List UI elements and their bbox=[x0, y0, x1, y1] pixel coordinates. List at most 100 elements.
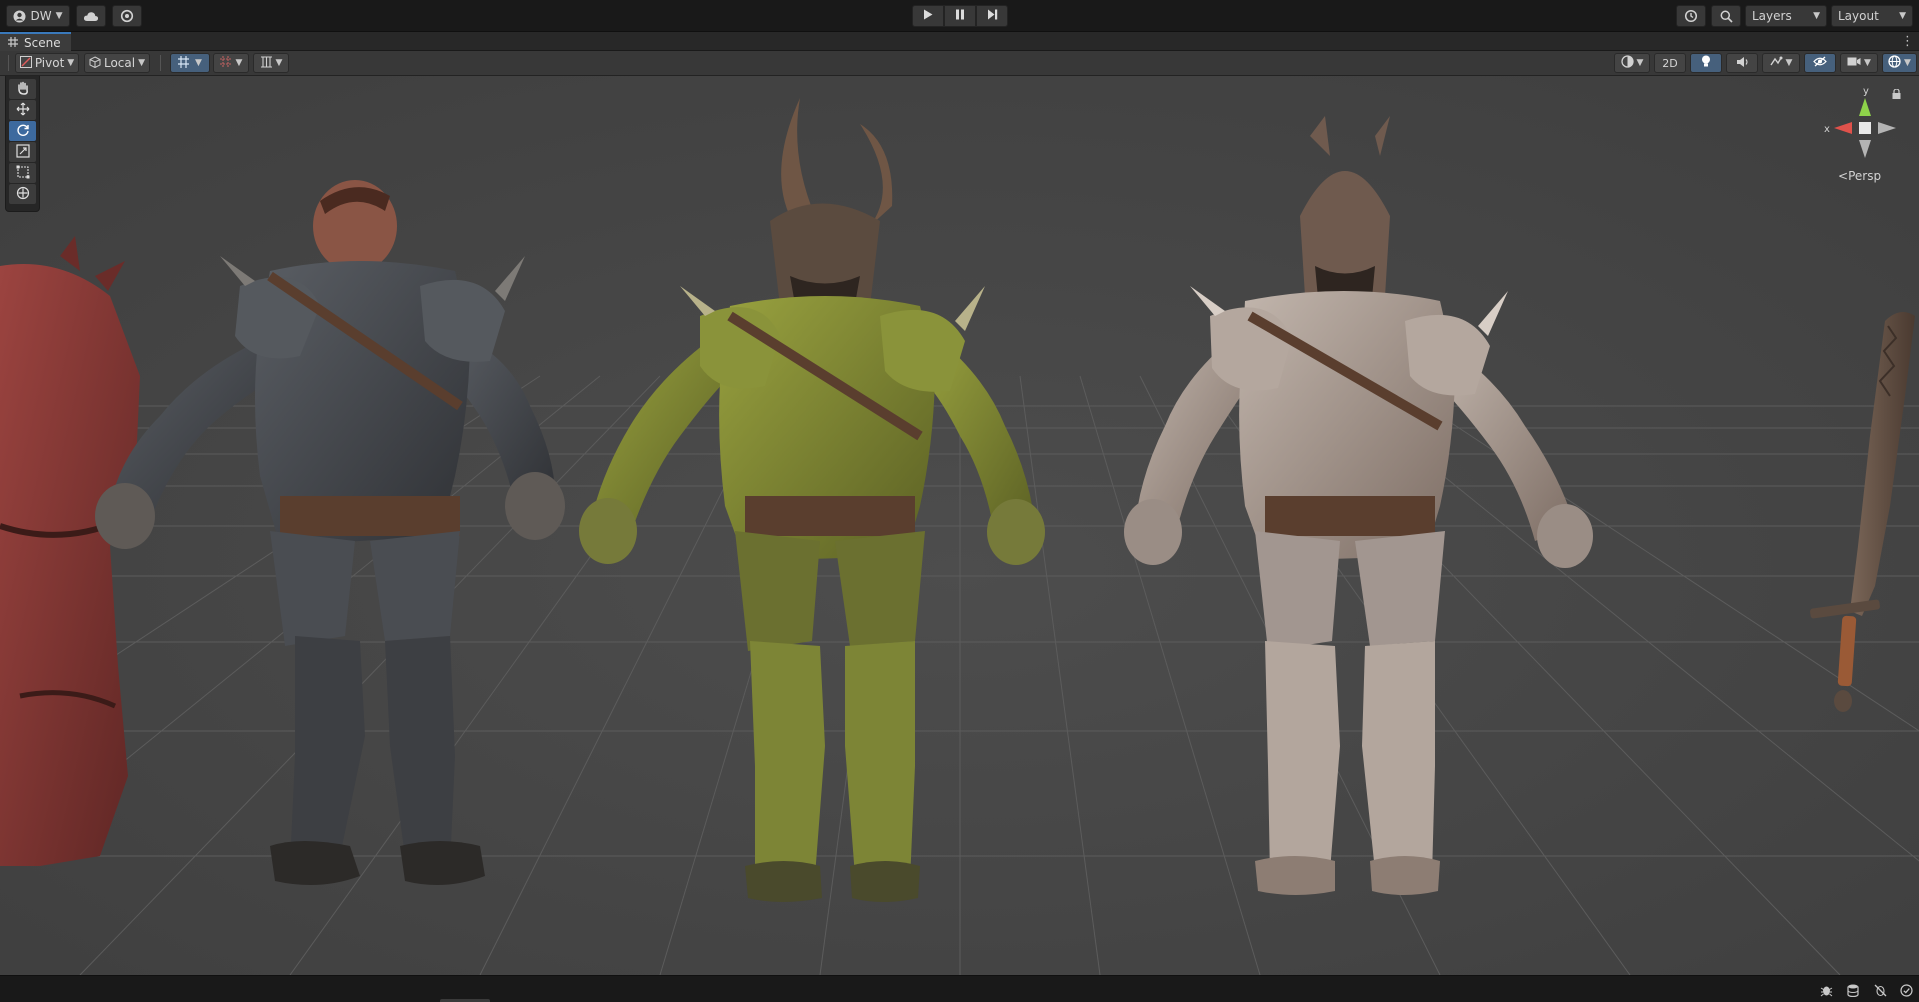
scene-viewport[interactable]: y x <Persp bbox=[0, 76, 1919, 975]
layout-dropdown[interactable]: Layout ▼ bbox=[1831, 5, 1913, 27]
incremental-snap-toggle[interactable]: ▼ bbox=[213, 53, 249, 73]
lightbulb-icon bbox=[1701, 55, 1711, 71]
camera-icon bbox=[1847, 56, 1861, 70]
chevron-down-icon: ▼ bbox=[1904, 58, 1911, 68]
gizmo-center-cube[interactable] bbox=[1859, 122, 1871, 134]
neg-x-axis-cone[interactable] bbox=[1878, 122, 1896, 134]
history-icon bbox=[1684, 9, 1698, 23]
eye-slash-icon bbox=[1813, 56, 1827, 70]
pause-button[interactable] bbox=[944, 5, 976, 27]
grid-snap-icon bbox=[178, 55, 192, 71]
local-dropdown[interactable]: Local ▼ bbox=[84, 53, 150, 73]
neg-y-axis-cone[interactable] bbox=[1859, 140, 1871, 158]
camera-projection-label[interactable]: <Persp bbox=[1838, 169, 1881, 183]
account-dropdown[interactable]: DW ▼ bbox=[6, 5, 70, 27]
check-circle-icon[interactable] bbox=[1898, 982, 1914, 998]
tab-bar: Scene ⋮ bbox=[0, 32, 1919, 51]
search-button[interactable] bbox=[1711, 5, 1741, 27]
play-icon bbox=[923, 9, 933, 23]
status-bar bbox=[0, 975, 1919, 1002]
chevron-down-icon: ▼ bbox=[1636, 58, 1644, 68]
chevron-down-icon: ▼ bbox=[1785, 58, 1793, 68]
layers-label: Layers bbox=[1752, 9, 1792, 23]
pivot-label: Pivot bbox=[34, 56, 65, 70]
playmode-controls bbox=[912, 5, 1008, 27]
divider bbox=[8, 55, 9, 71]
pivot-icon bbox=[19, 55, 32, 71]
play-button[interactable] bbox=[912, 5, 944, 27]
scene-toolbar: Pivot ▼ Local ▼ ▼ ▼ ▼ ▼ 2D ▼ ▼ ▼ bbox=[0, 51, 1919, 76]
chevron-down-icon: ▼ bbox=[195, 58, 202, 68]
layers-dropdown[interactable]: Layers ▼ bbox=[1745, 5, 1827, 27]
lock-icon[interactable] bbox=[1892, 88, 1901, 102]
effects-icon bbox=[1769, 56, 1783, 71]
pause-icon bbox=[955, 9, 965, 23]
chevron-down-icon: ▼ bbox=[1899, 11, 1906, 21]
database-icon[interactable] bbox=[1845, 982, 1861, 998]
chevron-down-icon: ▼ bbox=[55, 11, 63, 21]
search-icon bbox=[1720, 10, 1733, 23]
local-label: Local bbox=[103, 56, 136, 70]
step-button[interactable] bbox=[976, 5, 1008, 27]
tools-overlay bbox=[5, 76, 40, 212]
camera-dropdown[interactable]: ▼ bbox=[1840, 53, 1878, 73]
grid-icon bbox=[8, 36, 18, 50]
cloud-button[interactable] bbox=[76, 5, 106, 27]
gizmos-dropdown[interactable]: ▼ bbox=[1882, 53, 1917, 73]
hand-icon bbox=[16, 81, 30, 98]
main-toolbar: DW ▼ Layers ▼ Layout ▼ bbox=[0, 0, 1919, 32]
audio-toggle[interactable] bbox=[1726, 53, 1758, 73]
no-bug-icon[interactable] bbox=[1872, 982, 1888, 998]
y-axis-label: y bbox=[1863, 86, 1869, 97]
pivot-dropdown[interactable]: Pivot ▼ bbox=[15, 53, 79, 73]
services-button[interactable] bbox=[112, 5, 142, 27]
rect-tool-button[interactable] bbox=[9, 163, 36, 183]
rotate-icon bbox=[16, 123, 30, 140]
lighting-toggle[interactable] bbox=[1690, 53, 1722, 73]
hand-tool-button[interactable] bbox=[9, 79, 36, 99]
chevron-down-icon: ▼ bbox=[1864, 58, 1871, 68]
chevron-down-icon: ▼ bbox=[67, 58, 75, 68]
chevron-down-icon: ▼ bbox=[275, 58, 283, 68]
transform-icon bbox=[16, 186, 30, 203]
bug-icon[interactable] bbox=[1818, 982, 1834, 998]
layout-label: Layout bbox=[1838, 9, 1879, 23]
rotate-tool-button[interactable] bbox=[9, 121, 36, 141]
grid-snapping-toggle[interactable]: ▼ bbox=[170, 53, 210, 73]
move-arrows-icon bbox=[16, 102, 30, 119]
y-axis-cone[interactable] bbox=[1859, 98, 1871, 116]
scene-render bbox=[0, 76, 1919, 975]
tab-label: Scene bbox=[24, 35, 61, 50]
transform-tool-button[interactable] bbox=[9, 184, 36, 204]
cloud-icon bbox=[83, 11, 99, 22]
mode-2d-label: 2D bbox=[1662, 56, 1678, 70]
shading-sphere-icon bbox=[1620, 55, 1634, 71]
rect-transform-icon bbox=[16, 165, 30, 182]
grid-visibility-toggle[interactable]: ▼ bbox=[253, 53, 289, 73]
more-options-icon[interactable]: ⋮ bbox=[1901, 34, 1914, 49]
chevron-down-icon: ▼ bbox=[235, 58, 243, 68]
undo-history-button[interactable] bbox=[1676, 5, 1706, 27]
scale-icon bbox=[15, 143, 30, 161]
x-axis-cone[interactable] bbox=[1834, 122, 1852, 134]
effects-dropdown[interactable]: ▼ bbox=[1762, 53, 1800, 73]
settings-icon bbox=[120, 9, 134, 23]
chevron-down-icon: ▼ bbox=[1813, 11, 1820, 21]
cube-icon bbox=[89, 55, 101, 71]
move-tool-button[interactable] bbox=[9, 100, 36, 120]
globe-icon bbox=[1888, 55, 1901, 71]
divider bbox=[160, 55, 161, 71]
grid-plane-icon bbox=[260, 55, 273, 71]
draw-mode-dropdown[interactable]: ▼ bbox=[1614, 53, 1650, 73]
chevron-left-icon: < bbox=[1838, 169, 1849, 183]
x-axis-label: x bbox=[1824, 124, 1830, 135]
scene-visibility-toggle[interactable] bbox=[1804, 53, 1836, 73]
chevron-down-icon: ▼ bbox=[138, 58, 146, 68]
scale-tool-button[interactable] bbox=[9, 142, 36, 162]
snap-increment-icon bbox=[219, 55, 233, 71]
tab-scene[interactable]: Scene bbox=[0, 32, 71, 51]
account-icon bbox=[13, 10, 26, 23]
step-icon bbox=[987, 9, 998, 23]
mode-2d-toggle[interactable]: 2D bbox=[1654, 53, 1686, 73]
speaker-icon bbox=[1736, 56, 1749, 71]
